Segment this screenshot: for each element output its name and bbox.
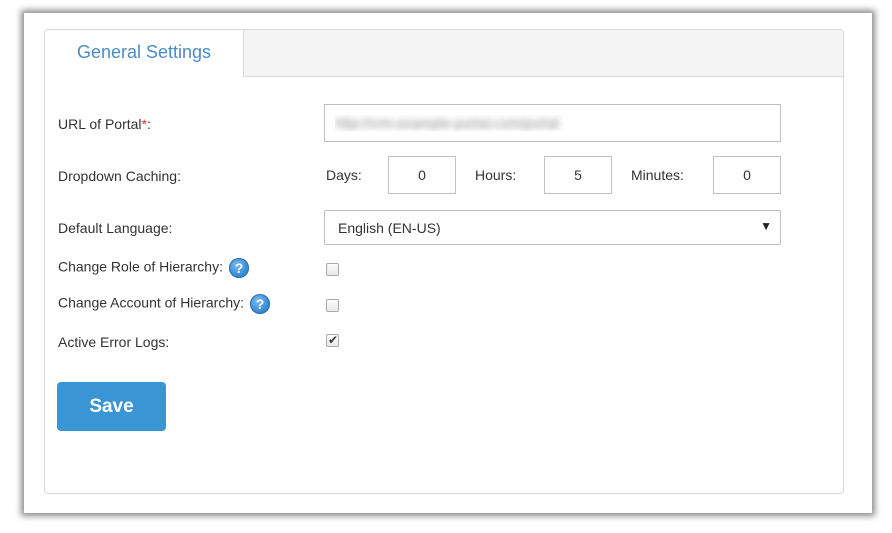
change-account-label: Change Account of Hierarchy:? [58,294,270,314]
change-role-label-text: Change Role of Hierarchy: [58,258,223,275]
default-language-value: English (EN-US) [338,220,441,236]
days-label: Days: [326,167,362,183]
url-portal-label-colon: : [146,116,151,132]
help-question-icon[interactable]: ? [250,294,270,314]
hours-input[interactable] [544,156,612,194]
caret-down-icon: ▼ [760,219,772,233]
tab-general-settings[interactable]: General Settings [45,30,244,77]
hours-label: Hours: [475,167,517,183]
minutes-label: Minutes: [631,167,684,183]
default-language-select[interactable]: English (EN-US) ▼ [324,210,781,245]
change-account-label-text: Change Account of Hierarchy: [58,294,244,311]
active-error-logs-label: Active Error Logs: [58,334,170,350]
dropdown-caching-label: Dropdown Caching: [58,168,181,184]
url-portal-input[interactable] [324,104,781,142]
active-error-logs-checkbox[interactable]: ✔ [326,333,339,347]
checkmark-icon: ✔ [328,333,339,347]
default-language-label: Default Language: [58,220,173,236]
change-account-checkbox[interactable] [326,299,339,312]
change-role-label: Change Role of Hierarchy:? [58,258,249,278]
days-input[interactable] [388,156,456,194]
help-question-icon[interactable]: ? [228,258,249,278]
tab-strip: General Settings [45,30,843,77]
url-portal-label: URL of Portal*: [58,116,151,132]
minutes-input[interactable] [713,156,781,194]
change-role-checkbox[interactable] [326,263,339,276]
save-button[interactable]: Save [57,382,166,431]
url-portal-label-text: URL of Portal [58,116,142,132]
